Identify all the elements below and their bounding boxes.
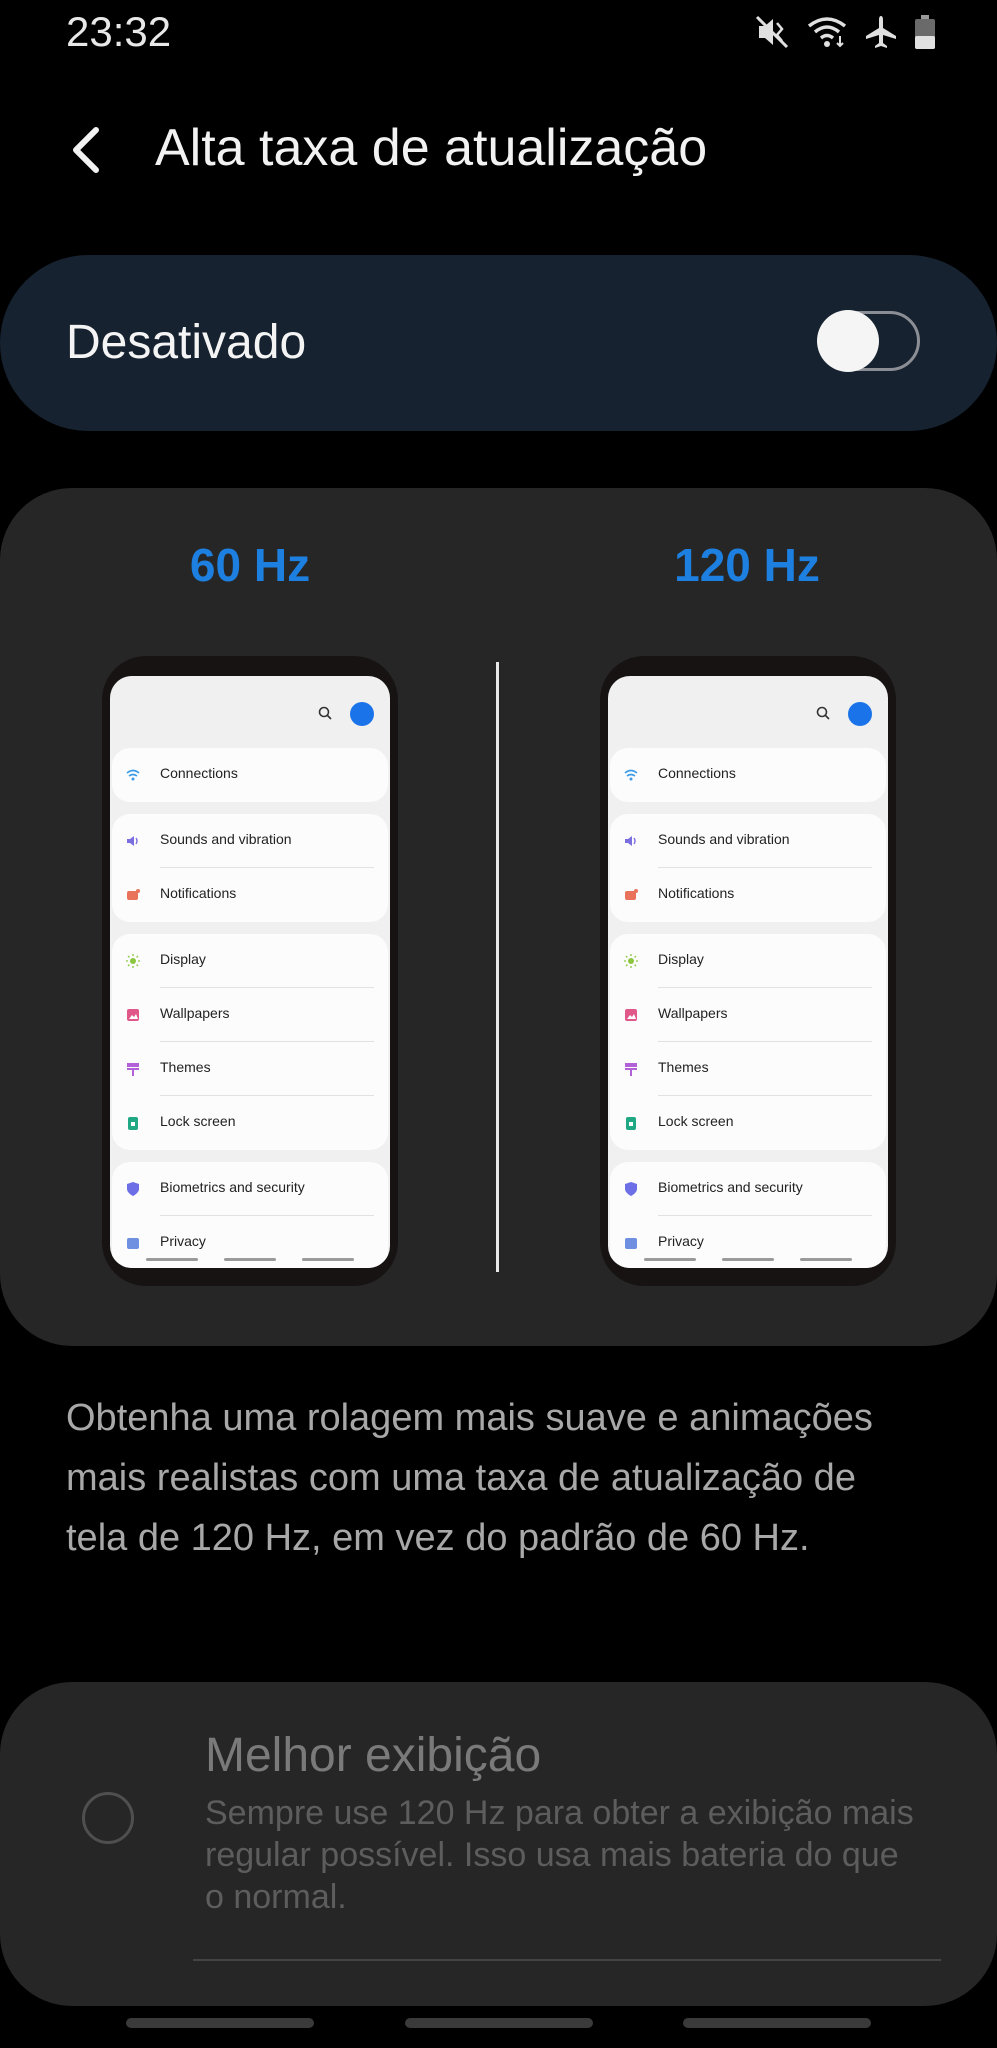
wifi-icon <box>807 17 847 48</box>
nav-recents[interactable] <box>126 2018 314 2028</box>
privacy-icon <box>127 1238 139 1249</box>
privacy-icon <box>625 1238 637 1249</box>
menu-item-connections: Connections <box>112 748 388 802</box>
phone-settings-header <box>608 676 888 740</box>
status-icons <box>755 14 937 50</box>
volume-icon <box>625 836 636 846</box>
option-divider <box>193 1959 941 1961</box>
status-time: 23:32 <box>66 8 172 55</box>
page-title: Alta taxa de atualização <box>155 119 708 177</box>
system-nav-bar <box>0 2018 997 2032</box>
status-bar: 23:32 <box>0 0 997 70</box>
phone-preview-120hz: Connections Sounds and vibration Notific… <box>600 656 896 1286</box>
shield-icon <box>625 1182 637 1196</box>
notification-icon <box>127 889 140 900</box>
phone-nav-bar <box>608 1258 888 1264</box>
menu-item-connections: Connections <box>610 748 886 802</box>
mute-icon <box>755 15 789 49</box>
brush-icon <box>127 1063 139 1076</box>
menu-item-themes: Themes <box>112 1042 388 1096</box>
option-title: Melhor exibição <box>205 1729 542 1782</box>
master-toggle-card[interactable]: Desativado <box>0 255 997 431</box>
volume-icon <box>127 836 138 846</box>
shield-icon <box>127 1182 139 1196</box>
nav-home[interactable] <box>405 2018 593 2028</box>
comparison-card: 60 Hz 120 Hz Connections Sounds and vibr… <box>0 488 997 1346</box>
menu-group: Sounds and vibration Notifications <box>112 814 388 922</box>
chevron-left-icon <box>73 127 99 173</box>
search-icon <box>318 706 332 720</box>
menu-item-notifications: Notifications <box>112 868 388 922</box>
120hz-label: 120 Hz <box>674 539 820 591</box>
nav-back[interactable] <box>683 2018 871 2028</box>
image-icon <box>625 1009 637 1021</box>
best-display-radio[interactable] <box>82 1792 134 1844</box>
battery-icon <box>915 15 935 49</box>
menu-item-wallpapers: Wallpapers <box>112 988 388 1042</box>
menu-group: Connections <box>112 748 388 802</box>
menu-group: Biometrics and security Privacy <box>112 1162 388 1268</box>
menu-item-notifications: Notifications <box>610 868 886 922</box>
avatar <box>350 702 374 726</box>
wifi-icon <box>624 769 638 781</box>
phone-nav-bar <box>110 1258 390 1264</box>
menu-item-sounds: Sounds and vibration <box>610 814 886 868</box>
menu-item-lock-screen: Lock screen <box>112 1096 388 1150</box>
comparison-divider <box>496 662 499 1272</box>
menu-item-lock-screen: Lock screen <box>610 1096 886 1150</box>
sun-icon <box>126 954 140 968</box>
lock-icon <box>626 1117 636 1130</box>
image-icon <box>127 1009 139 1021</box>
sun-icon <box>624 954 638 968</box>
menu-item-display: Display <box>112 934 388 988</box>
notification-icon <box>625 889 638 900</box>
header: Alta taxa de atualização <box>0 100 997 200</box>
menu-group: Display Wallpapers Themes Lock screen <box>610 934 886 1150</box>
menu-item-display: Display <box>610 934 886 988</box>
menu-item-biometrics: Biometrics and security <box>610 1162 886 1216</box>
airplane-icon <box>866 16 896 48</box>
phone-screen: Connections Sounds and vibration Notific… <box>110 676 390 1268</box>
feature-description: Obtenha uma rolagem mais suave e animaçõ… <box>66 1397 873 1559</box>
search-icon <box>816 706 830 720</box>
60hz-label: 60 Hz <box>189 539 311 591</box>
lock-icon <box>128 1117 138 1130</box>
menu-item-biometrics: Biometrics and security <box>112 1162 388 1216</box>
refresh-rate-switch[interactable] <box>817 310 920 372</box>
phone-settings-header <box>110 676 390 740</box>
menu-item-wallpapers: Wallpapers <box>610 988 886 1042</box>
menu-item-sounds: Sounds and vibration <box>112 814 388 868</box>
toggle-label: Desativado <box>66 316 307 369</box>
phone-screen: Connections Sounds and vibration Notific… <box>608 676 888 1268</box>
option-best-display[interactable]: Melhor exibição Sempre use 120 Hz para o… <box>0 1682 997 2006</box>
menu-group: Biometrics and security Privacy <box>610 1162 886 1268</box>
wifi-icon <box>126 769 140 781</box>
menu-group: Display Wallpapers Themes Lock screen <box>112 934 388 1150</box>
avatar <box>848 702 872 726</box>
brush-icon <box>625 1063 637 1076</box>
menu-item-themes: Themes <box>610 1042 886 1096</box>
back-button[interactable] <box>60 120 120 180</box>
option-description: Sempre use 120 Hz para obter a exibição … <box>205 1794 914 1916</box>
phone-preview-60hz: Connections Sounds and vibration Notific… <box>102 656 398 1286</box>
menu-group: Sounds and vibration Notifications <box>610 814 886 922</box>
switch-knob <box>817 310 879 372</box>
menu-group: Connections <box>610 748 886 802</box>
